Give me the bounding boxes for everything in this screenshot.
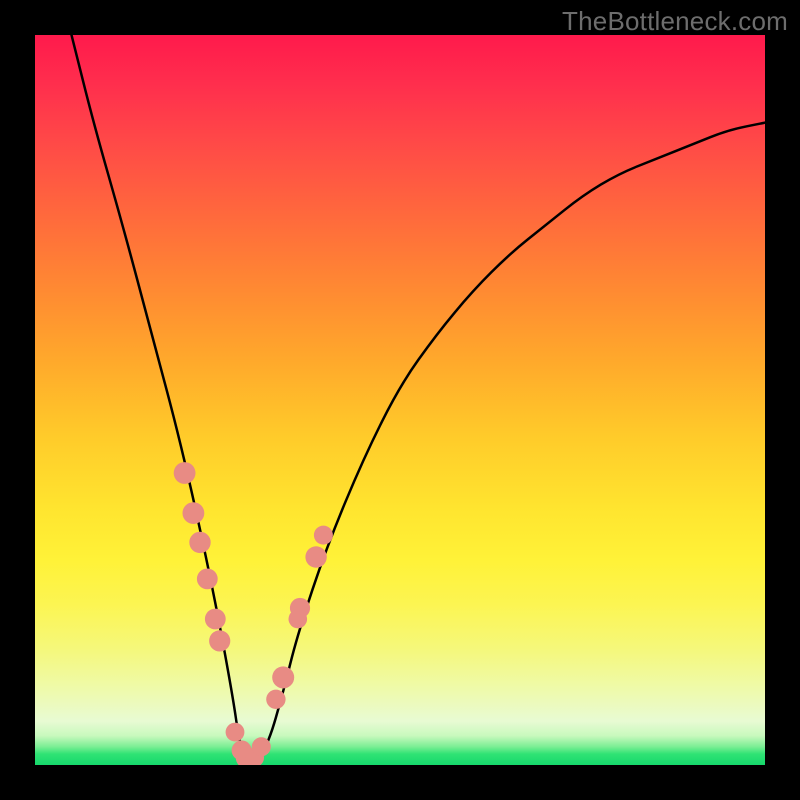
highlighted-point xyxy=(205,609,226,630)
highlighted-point xyxy=(252,737,271,756)
watermark-text: TheBottleneck.com xyxy=(562,6,788,37)
plot-area xyxy=(35,35,765,765)
highlighted-point xyxy=(272,666,294,688)
highlighted-point xyxy=(197,569,218,590)
highlighted-point xyxy=(189,532,210,553)
highlighted-point xyxy=(266,690,285,709)
curve-layer xyxy=(35,35,765,765)
chart-frame: TheBottleneck.com xyxy=(0,0,800,800)
highlighted-point xyxy=(314,526,333,545)
highlighted-point xyxy=(209,630,230,651)
highlighted-point xyxy=(305,546,326,567)
highlighted-points-group xyxy=(174,462,333,765)
highlighted-point xyxy=(174,462,196,484)
highlighted-point xyxy=(290,598,310,618)
highlighted-point xyxy=(183,502,205,524)
bottleneck-curve xyxy=(72,35,766,765)
highlighted-point xyxy=(226,723,245,742)
